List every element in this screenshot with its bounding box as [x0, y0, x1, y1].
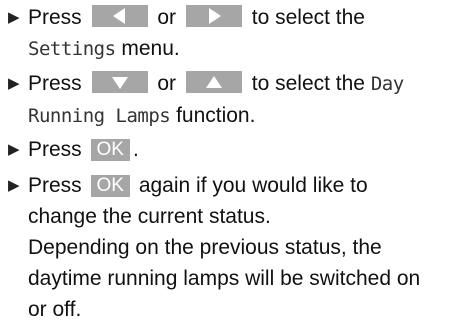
right-arrow-key-icon [185, 5, 242, 27]
step-4-line-4: daytime running lamps will be switched o… [28, 267, 421, 290]
bullet-arrow-icon: ▶ [8, 75, 20, 92]
settings-menu-label: Settings [28, 38, 116, 60]
step-2-instruction-text: to select the [251, 72, 365, 95]
step-2-function-text: function. [176, 104, 256, 127]
step-1-instruction-text: to select the [251, 6, 365, 29]
down-arrow-key-icon [91, 71, 148, 93]
left-arrow-key-icon [91, 5, 148, 27]
step-2-press-text: Press [28, 72, 82, 95]
day-label: Day [370, 73, 404, 95]
up-arrow-key-icon [185, 71, 242, 93]
instruction-step-4: ▶ Press OK again if you would like to ch… [8, 170, 464, 325]
bullet-arrow-icon: ▶ [8, 141, 20, 158]
running-lamps-label: Running Lamps [28, 105, 171, 127]
step-4-line-1: again if you would like to [138, 174, 368, 197]
step-1-or-text: or [157, 6, 177, 29]
step-2-or-text: or [157, 72, 177, 95]
step-4-press-text: Press [28, 174, 82, 197]
instruction-step-2: ▶ Press or to select the Day Running Lam… [8, 68, 464, 132]
bullet-arrow-icon: ▶ [8, 9, 20, 26]
bullet-arrow-icon: ▶ [8, 177, 20, 194]
step-1-press-text: Press [28, 6, 82, 29]
instruction-step-3: ▶ Press OK. [8, 134, 464, 165]
step-4-line-2: change the current status. [28, 205, 271, 228]
step-4-line-3: Depending on the previous status, the [28, 236, 382, 259]
step-3-press-text: Press [28, 138, 82, 161]
instruction-step-1: ▶ Press or to select the Settings menu. [8, 2, 464, 65]
ok-key: OK [90, 175, 130, 197]
step-3-period: . [132, 138, 139, 161]
step-4-line-5: or off. [28, 298, 82, 321]
step-1-menu-text: menu. [121, 37, 180, 60]
ok-key: OK [90, 139, 130, 161]
